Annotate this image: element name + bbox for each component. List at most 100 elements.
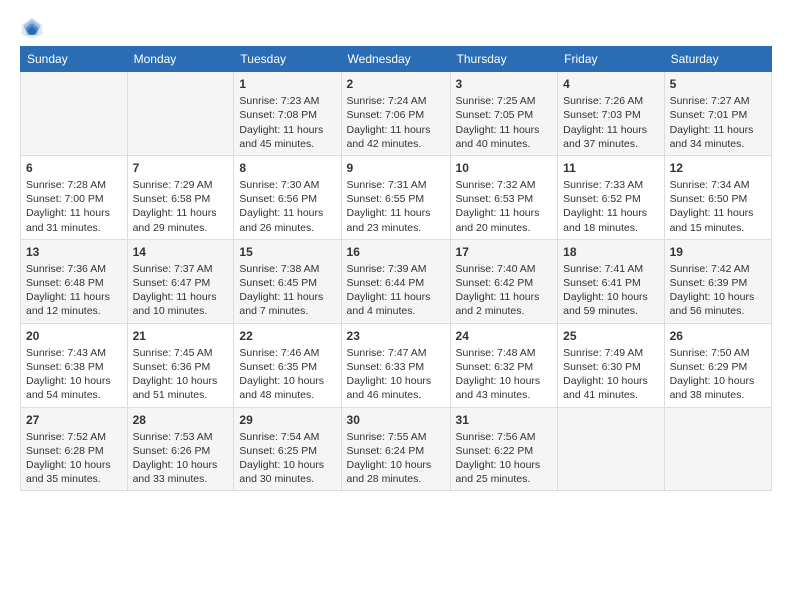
sunset-text: Sunset: 6:45 PM <box>239 276 335 290</box>
day-number: 15 <box>239 244 335 260</box>
day-content: Sunrise: 7:47 AMSunset: 6:33 PMDaylight:… <box>347 346 445 403</box>
daylight-text: Daylight: 11 hours and 10 minutes. <box>133 290 229 318</box>
daylight-text: Daylight: 11 hours and 18 minutes. <box>563 206 658 234</box>
day-number: 29 <box>239 412 335 428</box>
sunrise-text: Sunrise: 7:56 AM <box>456 430 553 444</box>
day-cell: 11Sunrise: 7:33 AMSunset: 6:52 PMDayligh… <box>558 155 664 239</box>
day-number: 9 <box>347 160 445 176</box>
sunset-text: Sunset: 6:58 PM <box>133 192 229 206</box>
sunrise-text: Sunrise: 7:50 AM <box>670 346 766 360</box>
day-cell: 30 Sunrise: 7:55 AMSunset: 6:24 PMDayligh… <box>341 407 450 491</box>
day-number: 12 <box>670 160 766 176</box>
calendar-header: SundayMondayTuesdayWednesdayThursdayFrid… <box>21 47 772 72</box>
day-number: 30 <box>347 412 445 428</box>
day-number: 25 <box>563 328 658 344</box>
sunrise-text: Sunrise: 7:29 AM <box>133 178 229 192</box>
day-content: Sunrise: 7:53 AMSunset: 6:26 PMDaylight:… <box>133 430 229 487</box>
day-cell: 22Sunrise: 7:46 AMSunset: 6:35 PMDayligh… <box>234 323 341 407</box>
day-number: 31 <box>456 412 553 428</box>
daylight-text: Daylight: 11 hours and 4 minutes. <box>347 290 445 318</box>
day-cell: 6 Sunrise: 7:28 AMSunset: 7:00 PMDaylight… <box>21 155 128 239</box>
day-number: 2 <box>347 76 445 92</box>
day-number: 28 <box>133 412 229 428</box>
day-number: 3 <box>456 76 553 92</box>
day-number: 10 <box>456 160 553 176</box>
header-cell-sunday: Sunday <box>21 47 128 72</box>
calendar-body: 1Sunrise: 7:23 AMSunset: 7:08 PMDaylight… <box>21 72 772 491</box>
day-content: Sunrise: 7:55 AMSunset: 6:24 PMDaylight:… <box>347 430 445 487</box>
sunset-text: Sunset: 6:29 PM <box>670 360 766 374</box>
daylight-text: Daylight: 11 hours and 15 minutes. <box>670 206 766 234</box>
day-number: 21 <box>133 328 229 344</box>
day-content: Sunrise: 7:43 AMSunset: 6:38 PMDaylight:… <box>26 346 122 403</box>
day-number: 24 <box>456 328 553 344</box>
day-content: Sunrise: 7:31 AMSunset: 6:55 PMDaylight:… <box>347 178 445 235</box>
sunrise-text: Sunrise: 7:53 AM <box>133 430 229 444</box>
sunrise-text: Sunrise: 7:25 AM <box>456 94 553 108</box>
sunrise-text: Sunrise: 7:30 AM <box>239 178 335 192</box>
day-cell: 27Sunrise: 7:52 AMSunset: 6:28 PMDayligh… <box>21 407 128 491</box>
day-content: Sunrise: 7:34 AMSunset: 6:50 PMDaylight:… <box>670 178 766 235</box>
calendar-table: SundayMondayTuesdayWednesdayThursdayFrid… <box>20 46 772 491</box>
sunset-text: Sunset: 6:56 PM <box>239 192 335 206</box>
daylight-text: Daylight: 11 hours and 34 minutes. <box>670 123 766 151</box>
week-row-0: 1Sunrise: 7:23 AMSunset: 7:08 PMDaylight… <box>21 72 772 156</box>
day-number: 13 <box>26 244 122 260</box>
day-cell: 1Sunrise: 7:23 AMSunset: 7:08 PMDaylight… <box>234 72 341 156</box>
day-cell: 2Sunrise: 7:24 AMSunset: 7:06 PMDaylight… <box>341 72 450 156</box>
day-content: Sunrise: 7:45 AMSunset: 6:36 PMDaylight:… <box>133 346 229 403</box>
day-cell: 14Sunrise: 7:37 AMSunset: 6:47 PMDayligh… <box>127 239 234 323</box>
day-content: Sunrise: 7:28 AMSunset: 7:00 PMDaylight:… <box>26 178 122 235</box>
sunrise-text: Sunrise: 7:24 AM <box>347 94 445 108</box>
day-cell: 29 Sunrise: 7:54 AMSunset: 6:25 PMDayligh… <box>234 407 341 491</box>
day-content: Sunrise: 7:23 AMSunset: 7:08 PMDaylight:… <box>239 94 335 151</box>
sunset-text: Sunset: 6:25 PM <box>239 444 335 458</box>
sunrise-text: Sunrise: 7:46 AM <box>239 346 335 360</box>
header-cell-friday: Friday <box>558 47 664 72</box>
header-cell-saturday: Saturday <box>664 47 771 72</box>
week-row-4: 27Sunrise: 7:52 AMSunset: 6:28 PMDayligh… <box>21 407 772 491</box>
daylight-text: Daylight: 11 hours and 31 minutes. <box>26 206 122 234</box>
sunrise-text: Sunrise: 7:54 AM <box>239 430 335 444</box>
sunrise-text: Sunrise: 7:55 AM <box>347 430 445 444</box>
day-content: Sunrise: 7:32 AMSunset: 6:53 PMDaylight:… <box>456 178 553 235</box>
day-content: Sunrise: 7:39 AMSunset: 6:44 PMDaylight:… <box>347 262 445 319</box>
daylight-text: Daylight: 10 hours and 30 minutes. <box>239 458 335 486</box>
sunrise-text: Sunrise: 7:37 AM <box>133 262 229 276</box>
sunset-text: Sunset: 7:05 PM <box>456 108 553 122</box>
day-cell: 18 Sunrise: 7:41 AMSunset: 6:41 PMDayligh… <box>558 239 664 323</box>
logo-icon <box>20 16 44 40</box>
day-cell <box>664 407 771 491</box>
day-content: Sunrise: 7:40 AMSunset: 6:42 PMDaylight:… <box>456 262 553 319</box>
sunrise-text: Sunrise: 7:45 AM <box>133 346 229 360</box>
week-row-2: 13Sunrise: 7:36 AMSunset: 6:48 PMDayligh… <box>21 239 772 323</box>
sunset-text: Sunset: 6:53 PM <box>456 192 553 206</box>
daylight-text: Daylight: 10 hours and 56 minutes. <box>670 290 766 318</box>
daylight-text: Daylight: 11 hours and 23 minutes. <box>347 206 445 234</box>
sunrise-text: Sunrise: 7:31 AM <box>347 178 445 192</box>
sunrise-text: Sunrise: 7:32 AM <box>456 178 553 192</box>
day-cell: 26Sunrise: 7:50 AMSunset: 6:29 PMDayligh… <box>664 323 771 407</box>
day-cell: 25Sunrise: 7:49 AMSunset: 6:30 PMDayligh… <box>558 323 664 407</box>
day-content: Sunrise: 7:38 AMSunset: 6:45 PMDaylight:… <box>239 262 335 319</box>
daylight-text: Daylight: 10 hours and 28 minutes. <box>347 458 445 486</box>
day-number: 16 <box>347 244 445 260</box>
daylight-text: Daylight: 11 hours and 40 minutes. <box>456 123 553 151</box>
day-number: 18 <box>563 244 658 260</box>
sunrise-text: Sunrise: 7:43 AM <box>26 346 122 360</box>
daylight-text: Daylight: 10 hours and 35 minutes. <box>26 458 122 486</box>
day-cell: 17 Sunrise: 7:40 AMSunset: 6:42 PMDayligh… <box>450 239 558 323</box>
week-row-1: 6 Sunrise: 7:28 AMSunset: 7:00 PMDaylight… <box>21 155 772 239</box>
day-number: 6 <box>26 160 122 176</box>
sunrise-text: Sunrise: 7:42 AM <box>670 262 766 276</box>
day-cell <box>21 72 128 156</box>
day-number: 17 <box>456 244 553 260</box>
daylight-text: Daylight: 11 hours and 45 minutes. <box>239 123 335 151</box>
daylight-text: Daylight: 10 hours and 46 minutes. <box>347 374 445 402</box>
day-content: Sunrise: 7:33 AMSunset: 6:52 PMDaylight:… <box>563 178 658 235</box>
day-content: Sunrise: 7:41 AMSunset: 6:41 PMDaylight:… <box>563 262 658 319</box>
daylight-text: Daylight: 10 hours and 48 minutes. <box>239 374 335 402</box>
day-content: Sunrise: 7:52 AMSunset: 6:28 PMDaylight:… <box>26 430 122 487</box>
daylight-text: Daylight: 10 hours and 51 minutes. <box>133 374 229 402</box>
sunset-text: Sunset: 6:39 PM <box>670 276 766 290</box>
